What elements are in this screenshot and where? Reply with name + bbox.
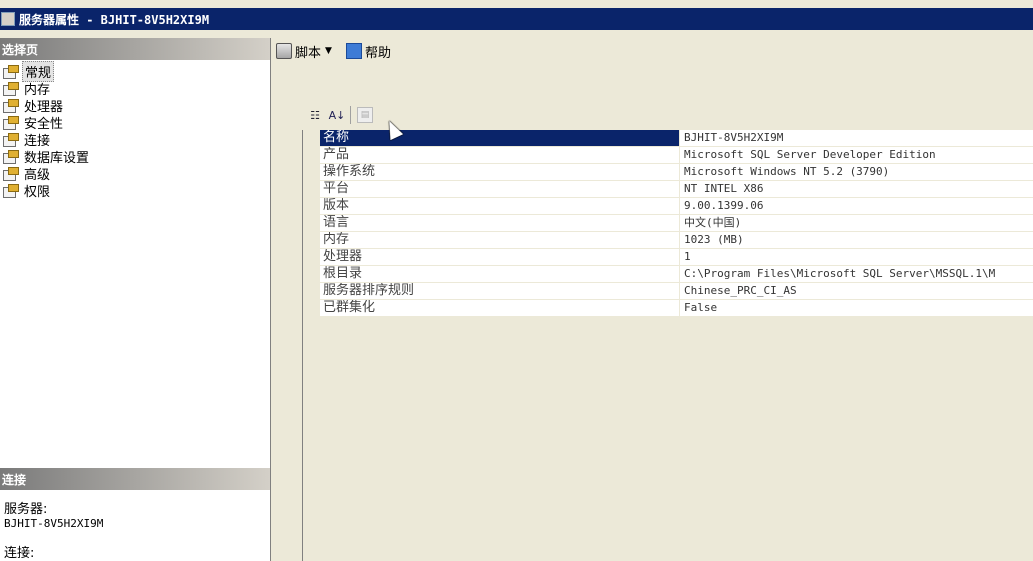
property-row[interactable]: 平台 NT INTEL X86: [303, 181, 1033, 198]
script-button[interactable]: 脚本 ▼: [272, 42, 342, 61]
property-name: 语言: [320, 215, 680, 232]
property-value: 1023 (MB): [680, 232, 1033, 249]
property-value: Microsoft Windows NT 5.2 (3790): [680, 164, 1033, 181]
property-row[interactable]: 已群集化 False: [303, 300, 1033, 317]
property-name: 版本: [320, 198, 680, 215]
property-name: 处理器: [320, 249, 680, 266]
property-value: BJHIT-8V5H2XI9M: [680, 130, 1033, 147]
property-name: 产品: [320, 147, 680, 164]
page-item-connections[interactable]: 连接: [0, 131, 270, 149]
property-name: 平台: [320, 181, 680, 198]
property-grid: 名称 BJHIT-8V5H2XI9M 产品 Microsoft SQL Server…: [302, 130, 1033, 561]
page-item-memory[interactable]: 内存: [0, 80, 270, 98]
property-row[interactable]: 处理器 1: [303, 249, 1033, 266]
window-title: 服务器属性 - BJHIT-8V5H2XI9M: [19, 12, 210, 27]
connection-header: 连接: [0, 468, 270, 490]
connection-info: 服务器: BJHIT-8V5H2XI9M 连接:: [4, 503, 103, 561]
help-button[interactable]: 帮助: [342, 42, 395, 61]
sort-alpha-icon: A↓: [328, 108, 346, 122]
page-item-processors[interactable]: 处理器: [0, 97, 270, 115]
page-item-permissions[interactable]: 权限: [0, 182, 270, 200]
connection-section: 连接: [0, 468, 270, 490]
property-pages-icon: ▤: [360, 110, 370, 120]
property-row[interactable]: 操作系统 Microsoft Windows NT 5.2 (3790): [303, 164, 1033, 181]
property-name: 操作系统: [320, 164, 680, 181]
property-value: False: [680, 300, 1033, 317]
server-value: BJHIT-8V5H2XI9M: [4, 517, 104, 530]
categorized-icon: ☷: [310, 108, 320, 122]
chevron-down-icon[interactable]: ▼: [325, 46, 332, 56]
property-value: Chinese_PRC_CI_AS: [680, 283, 1033, 300]
property-name: 根目录: [320, 266, 680, 283]
select-page-header: 选择页: [0, 38, 270, 60]
categorized-view-button[interactable]: ☷: [306, 106, 324, 124]
property-row[interactable]: 产品 Microsoft SQL Server Developer Edition: [303, 147, 1033, 164]
property-name: 内存: [320, 232, 680, 249]
connection-label: 连接:: [4, 546, 35, 561]
property-value: 1: [680, 249, 1033, 266]
property-row[interactable]: 服务器排序规则 Chinese_PRC_CI_AS: [303, 283, 1033, 300]
page-icon: [2, 115, 19, 130]
property-value: 9.00.1399.06: [680, 198, 1033, 215]
property-value: C:\Program Files\Microsoft SQL Server\MS…: [680, 266, 1033, 283]
property-name: 服务器排序规则: [320, 283, 680, 300]
property-value: Microsoft SQL Server Developer Edition: [680, 147, 1033, 164]
page-list: 常规 内存 处理器 安全性 连接 数据库设置 高级 权限: [0, 61, 270, 200]
property-name: 名称: [320, 130, 680, 147]
page-item-database-settings[interactable]: 数据库设置: [0, 148, 270, 166]
page-icon: [2, 64, 19, 79]
property-pages-button[interactable]: ▤: [357, 107, 373, 123]
page-icon: [2, 183, 19, 198]
window-titlebar: 服务器属性 - BJHIT-8V5H2XI9M: [0, 8, 1033, 30]
top-toolbar: 脚本 ▼ 帮助: [272, 38, 1033, 64]
property-row[interactable]: 语言 中文(中国): [303, 215, 1033, 232]
script-icon: [276, 43, 292, 59]
property-row[interactable]: 名称 BJHIT-8V5H2XI9M: [303, 130, 1033, 147]
help-label: 帮助: [364, 45, 391, 61]
page-item-advanced[interactable]: 高级: [0, 165, 270, 183]
property-row[interactable]: 内存 1023 (MB): [303, 232, 1033, 249]
property-row[interactable]: 根目录 C:\Program Files\Microsoft SQL Server…: [303, 266, 1033, 283]
property-row[interactable]: 版本 9.00.1399.06: [303, 198, 1033, 215]
property-name: 已群集化: [320, 300, 680, 317]
script-label: 脚本: [295, 45, 322, 61]
page-item-security[interactable]: 安全性: [0, 114, 270, 132]
property-value: NT INTEL X86: [680, 181, 1033, 198]
page-icon: [2, 166, 19, 181]
page-icon: [2, 132, 19, 147]
select-page-pane: 选择页 常规 内存 处理器 安全性 连接 数据库设置 高级 权限 连接 服务器:…: [0, 38, 271, 561]
page-icon: [2, 81, 19, 96]
page-icon: [2, 98, 19, 113]
server-label: 服务器:: [4, 502, 48, 517]
help-icon: [345, 43, 362, 59]
page-icon: [2, 149, 19, 164]
window-icon: [1, 12, 15, 26]
property-value: 中文(中国): [680, 215, 1033, 232]
page-item-general[interactable]: 常规: [0, 61, 270, 82]
alphabetical-sort-button[interactable]: A↓: [328, 106, 346, 124]
toolbar-separator: [350, 106, 351, 124]
